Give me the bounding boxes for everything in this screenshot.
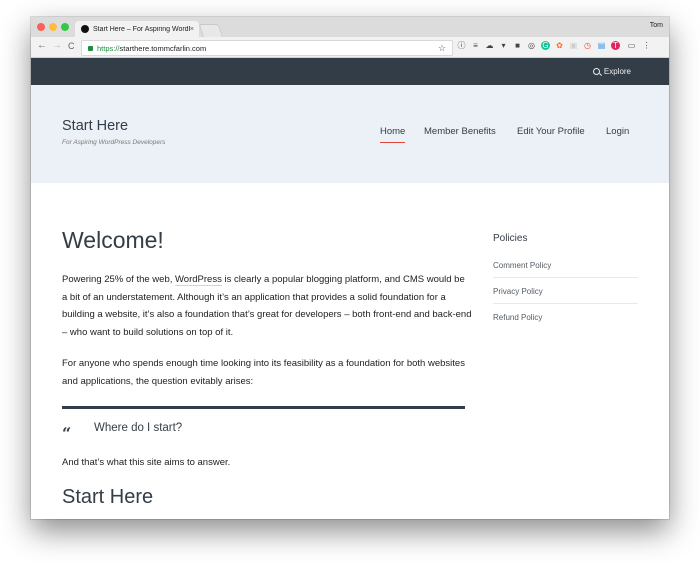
nav-home[interactable]: Home — [380, 126, 406, 143]
ghost-icon[interactable]: ▣ — [569, 41, 578, 50]
nav-member-benefits[interactable]: Member Benefits — [424, 126, 496, 137]
browser-tab[interactable]: Start Here – For Aspiring WordPress Deve… — [75, 21, 199, 37]
nav-login[interactable]: Login — [606, 126, 629, 137]
grammarly-icon[interactable]: G — [541, 41, 550, 50]
menu-icon[interactable]: ⋮ — [642, 41, 651, 50]
tab-close-icon[interactable]: × — [190, 26, 194, 33]
intro-paragraph: Powering 25% of the web, WordPress is cl… — [62, 271, 472, 341]
minimize-window-button[interactable] — [49, 23, 57, 31]
maximize-window-button[interactable] — [61, 23, 69, 31]
tampermonkey-icon[interactable]: T — [611, 41, 620, 50]
page-heading: Welcome! — [62, 227, 164, 253]
honey-icon[interactable]: ✿ — [555, 41, 564, 50]
sidebar-item-comment-policy[interactable]: Comment Policy — [493, 261, 638, 278]
answer-paragraph: And that’s what this site aims to answer… — [62, 457, 231, 468]
site-tagline: For Aspiring WordPress Developers — [62, 139, 166, 146]
question-paragraph: For anyone who spends enough time lookin… — [62, 358, 465, 387]
bookmark-star-icon[interactable]: ☆ — [438, 43, 446, 54]
sidebar-item-refund-policy[interactable]: Refund Policy — [493, 313, 638, 329]
close-window-button[interactable] — [37, 23, 45, 31]
browser-toolbar: ← → C https:// starthere.tommcfarlin.com… — [31, 37, 669, 58]
nav-edit-profile[interactable]: Edit Your Profile — [517, 126, 585, 137]
quote-divider — [62, 406, 465, 409]
address-bar[interactable]: https:// starthere.tommcfarlin.com ☆ — [81, 40, 453, 56]
quote-icon: “ — [62, 424, 72, 443]
favicon-icon — [81, 25, 89, 33]
page-content: Welcome! Powering 25% of the web, WordPr… — [31, 183, 669, 519]
layers-icon[interactable]: ≡ — [471, 41, 480, 50]
sidebar-item-privacy-policy[interactable]: Privacy Policy — [493, 287, 638, 304]
explore-label: Explore — [603, 67, 631, 76]
title-bar: Start Here – For Aspiring WordPress Deve… — [31, 17, 669, 38]
lock-icon — [88, 45, 93, 51]
evernote-icon[interactable]: ■ — [513, 41, 522, 50]
search-icon — [592, 68, 600, 75]
tab-title: Start Here – For Aspiring WordPress Deve… — [93, 25, 190, 33]
site-title[interactable]: Start Here — [62, 118, 128, 134]
url-scheme: https:// — [97, 43, 120, 53]
back-icon[interactable]: ← — [37, 40, 47, 51]
new-tab-button[interactable] — [198, 24, 224, 38]
timer-icon[interactable]: ◷ — [583, 41, 592, 50]
site-top-bar: Explore — [31, 58, 669, 85]
explore-button[interactable]: Explore — [592, 67, 631, 76]
wordpress-link[interactable]: WordPress — [175, 274, 222, 286]
cloud-icon[interactable]: ☁ — [485, 41, 494, 50]
blockquote-text: Where do I start? — [94, 422, 183, 434]
pocket-icon[interactable]: ▾ — [499, 41, 508, 50]
intro-text: Powering 25% of the web, — [62, 274, 176, 285]
url-host: starthere.tommcfarlin.com — [119, 43, 207, 53]
reload-icon[interactable]: C — [68, 41, 75, 51]
sidebar-title: Policies — [493, 233, 528, 244]
section-heading: Start Here — [62, 486, 154, 508]
tabs-icon[interactable]: ▭ — [627, 41, 636, 50]
info-icon[interactable]: ⓘ — [457, 41, 466, 50]
browser-window: Start Here – For Aspiring WordPress Deve… — [31, 17, 669, 519]
forward-icon[interactable]: → — [52, 40, 62, 51]
onepassword-icon[interactable]: ▤ — [597, 41, 606, 50]
site-header: Start Here For Aspiring WordPress Develo… — [31, 85, 669, 183]
speedometer-icon[interactable]: ◎ — [527, 41, 536, 50]
profile-name[interactable]: Tom — [650, 22, 663, 29]
